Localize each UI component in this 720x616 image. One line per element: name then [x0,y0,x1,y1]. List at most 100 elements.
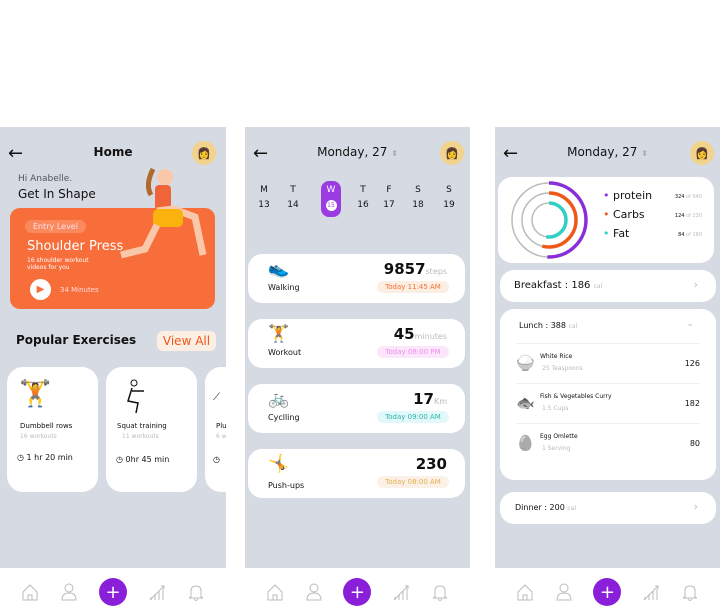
breakfast-row[interactable]: Breakfast : 186 cal › [500,270,716,302]
date-selector[interactable]: Monday, 27 ⬍ [245,145,470,159]
macro-rings-chart [510,181,588,259]
play-button[interactable]: ▶ [30,279,51,300]
macro-value: 324 [674,194,685,200]
add-button[interactable]: + [343,578,372,606]
profile-icon[interactable] [59,582,79,602]
day-letter: M [260,185,268,195]
macro-value: 124 [674,213,685,219]
macro-total: 640 [692,194,702,200]
dinner-row[interactable]: Dinner : 200 cal › [500,492,716,524]
dot-icon: • [603,189,610,202]
sort-arrows-icon: ⬍ [641,149,648,158]
unit-label: cal [568,323,578,330]
profile-icon[interactable] [304,582,324,602]
featured-title: Shoulder Press [27,239,124,254]
activity-card[interactable]: 🚲 Cyclling 17Km Today 09:00 AM [248,384,465,433]
activity-value: 9857 [383,260,426,278]
lunch-card: Lunch : 388 cal ⌄ 🍚 White Rice 25 Teaspo… [500,309,716,480]
home-icon[interactable] [20,582,40,602]
macro-name: Fat [613,227,630,240]
stats-icon[interactable] [641,582,661,602]
bottom-nav: + [245,568,470,616]
food-calories: 182 [684,399,700,408]
day-3[interactable]: T 16 [353,181,373,217]
activity-label: Push-ups [268,481,305,490]
day-number: 16 [357,200,369,210]
lunch-label: Lunch : 388 [519,321,566,330]
day-1[interactable]: T 14 [283,181,303,217]
day-number: 18 [412,200,424,210]
sort-arrows-icon: ⬍ [391,149,398,158]
date-selector[interactable]: Monday, 27 ⬍ [495,145,720,159]
section-title: Popular Exercises [16,333,137,347]
macro-name: protein [613,189,653,202]
avatar[interactable]: 👩 [690,141,714,165]
food-calories: 80 [689,439,700,448]
day-5[interactable]: S 18 [408,181,428,217]
featured-description: 16 shoulder workout videos for you [27,257,89,271]
chevron-right-icon[interactable]: › [694,500,698,513]
activity-card[interactable]: 🏋 Workout 45minutes Today 08:00 PM [248,319,465,368]
of-label: of [686,213,691,219]
bell-icon[interactable] [680,582,700,602]
day-4[interactable]: F 17 [379,181,399,217]
day-number: 19 [443,200,455,210]
food-name: Egg Omlette [540,433,578,440]
stats-icon[interactable] [147,582,167,602]
activity-value: 17 [413,390,434,408]
bell-icon[interactable] [430,582,450,602]
exercise-card[interactable]: 🏋 Dumbbell rows 16 workouts ◷ 1 hr 20 mi… [7,367,98,492]
activity-card[interactable]: 👟 Walking 9857steps Today 11:45 AM [248,254,465,303]
macro-value: 84 [678,232,685,238]
of-label: of [686,232,691,238]
dot-icon: • [603,208,610,221]
date-label: Monday, 27 [317,145,388,159]
food-item[interactable]: 🥚 Egg Omlette 1 Serving 80 [516,423,700,463]
greeting: Hi Anabelle. [18,174,73,184]
day-letter: S [446,185,452,195]
home-icon[interactable] [265,582,285,602]
unit-label: cal [567,505,576,512]
chevron-down-icon[interactable]: ⌄ [686,319,694,329]
macro-name: Carbs [613,208,645,221]
avatar[interactable]: 👩 [192,141,216,165]
add-button[interactable]: + [98,578,127,606]
view-all-button[interactable]: View All [157,331,216,351]
day-letter: S [415,185,421,195]
activity-time: Today 11:45 AM [377,281,449,293]
macro-legend-item: • Fat [603,227,629,240]
activity-card[interactable]: 🤸 Push-ups 230 Today 08:00 AM [248,449,465,498]
food-name: Fish & Vegetables Curry [540,393,612,400]
rice-bowl-icon: 🍚 [516,354,535,372]
exercise-card[interactable]: Squat training 11 workouts ◷ 0hr 45 min [106,367,197,492]
food-calories: 126 [684,359,700,368]
fish-icon: 🐟 [516,394,535,412]
macros-card: • protein 324 of 640 • Carbs 124 of 230 • … [498,177,714,263]
food-name: White Rice [540,353,573,360]
add-button[interactable]: + [593,578,622,606]
day-letter: W [326,185,336,195]
bell-icon[interactable] [186,582,206,602]
day-6[interactable]: S 19 [439,181,459,217]
shoe-icon: 👟 [268,259,290,279]
avatar[interactable]: 👩 [440,141,464,165]
clock-icon: ◷ 1 hr 20 min [17,453,73,462]
food-item[interactable]: 🐟 Fish & Vegetables Curry 1.5 Cups 182 [516,383,700,423]
profile-icon[interactable] [554,582,574,602]
chevron-right-icon[interactable]: › [694,278,698,291]
dumbbell-icon: 🏋 [19,379,52,409]
macro-total: 160 [692,232,702,238]
day-2[interactable]: W 15 [321,181,341,217]
day-0[interactable]: M 13 [254,181,274,217]
date-label: Monday, 27 [567,145,638,159]
macro-total: 230 [692,213,702,219]
home-icon[interactable] [515,582,535,602]
food-item[interactable]: 🍚 White Rice 25 Teaspoons 126 [516,343,700,383]
home-screen: ← Home 👩 Hi Anabelle. Get In Shape Entry… [0,127,226,616]
exercise-card[interactable]: ⟋ Plu 6 w ◷ [205,367,226,492]
exercise-count: 16 workouts [20,433,57,440]
egg-icon: 🥚 [516,434,535,452]
squat-icon [127,379,144,414]
stats-icon[interactable] [391,582,411,602]
day-number: 13 [258,200,270,210]
